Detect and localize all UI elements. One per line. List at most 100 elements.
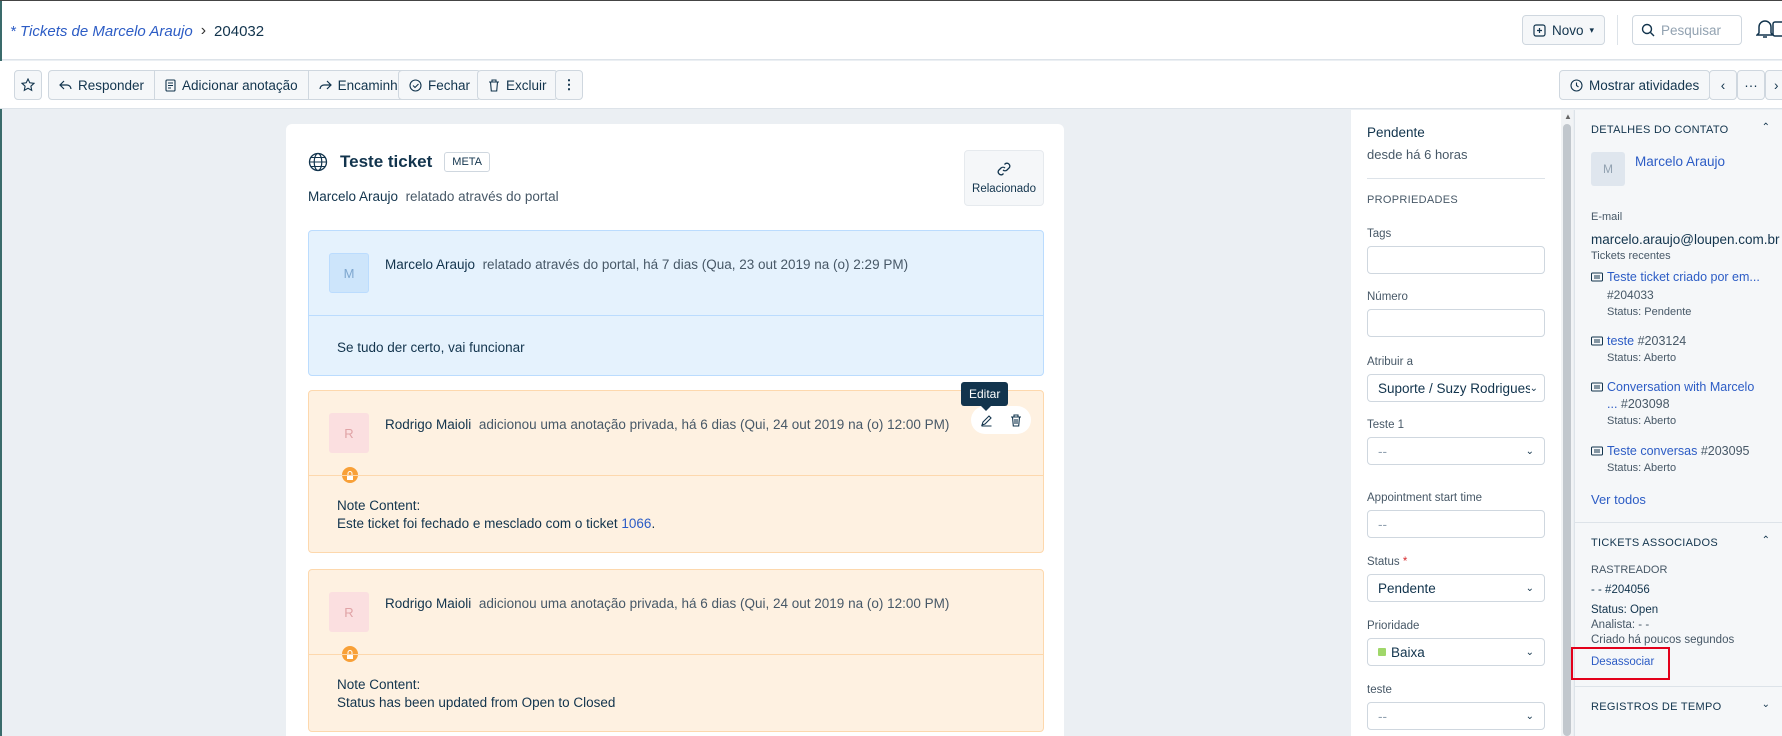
history-icon xyxy=(1570,78,1583,92)
status-title: Pendente xyxy=(1367,125,1425,140)
message-meta: Marcelo Araujo relatado através do porta… xyxy=(385,257,908,272)
associated-ticket: - - #204056 xyxy=(1591,584,1650,596)
associated-created: Criado há poucos segundos xyxy=(1591,634,1735,646)
reported-via: relatado através do portal xyxy=(405,189,559,204)
status-select[interactable]: Pendente ⌄ xyxy=(1367,574,1545,602)
merged-ticket-link[interactable]: 1066 xyxy=(621,516,651,531)
recent-ticket-item[interactable]: Teste ticket criado por em... #204033 St… xyxy=(1591,270,1781,320)
chevron-down-icon[interactable]: ⌄ xyxy=(1762,699,1770,710)
recent-ticket-status: Status: Aberto xyxy=(1607,415,1677,427)
excluir-button[interactable]: Excluir xyxy=(477,70,558,100)
atribuir-select[interactable]: Suporte / Suzy Rodrigues ⌄ xyxy=(1367,374,1545,402)
previous-ticket-button[interactable]: ‹ xyxy=(1709,70,1737,100)
numero-input[interactable] xyxy=(1367,309,1545,337)
search-input[interactable]: Pesquisar xyxy=(1632,15,1742,45)
reporter-name[interactable]: Marcelo Araujo xyxy=(308,189,398,204)
excluir-label: Excluir xyxy=(506,77,547,93)
prioridade-value: Baixa xyxy=(1391,644,1425,660)
contact-section-title[interactable]: DETALHES DO CONTATO xyxy=(1591,124,1729,136)
ticket-more-button[interactable]: ··· xyxy=(1737,70,1765,100)
recent-ticket-item[interactable]: Teste conversas #203095 Status: Aberto xyxy=(1591,444,1781,478)
note-body: Note Content: Este ticket foi fechado e … xyxy=(337,497,655,533)
ticket-icon xyxy=(1591,382,1603,392)
more-actions-button[interactable]: ⋮ xyxy=(555,70,583,100)
chevron-up-icon[interactable]: ⌃ xyxy=(1762,535,1770,546)
recent-ticket-title-row[interactable]: teste #203124 xyxy=(1607,334,1686,348)
contact-name-link[interactable]: Marcelo Araujo xyxy=(1635,154,1725,169)
contact-sidebar: DETALHES DO CONTATO ⌃ M Marcelo Araujo E… xyxy=(1574,110,1782,736)
status-label: Status * xyxy=(1367,556,1407,568)
globe-icon xyxy=(308,152,328,172)
tags-label: Tags xyxy=(1367,228,1392,240)
star-button[interactable] xyxy=(14,70,42,100)
chevron-down-icon: ⌄ xyxy=(1525,445,1534,457)
status-value: Pendente xyxy=(1378,580,1436,596)
top-bar: * Tickets de Marcelo Araujo › 204032 Nov… xyxy=(0,0,1782,736)
note-line: Este ticket foi fechado e mesclado com o… xyxy=(337,515,655,533)
next-ticket-button[interactable]: › xyxy=(1765,70,1782,100)
message-author[interactable]: Rodrigo Maioli xyxy=(385,417,471,432)
ver-todos-link[interactable]: Ver todos xyxy=(1591,492,1646,507)
message-author[interactable]: Marcelo Araujo xyxy=(385,257,475,272)
horizontal-dots-icon: ··· xyxy=(1744,77,1758,93)
link-icon xyxy=(997,162,1011,176)
note-text: Este ticket foi fechado e mesclado com o… xyxy=(337,516,622,531)
teste-label: teste xyxy=(1367,684,1392,696)
recent-ticket-title[interactable]: Conversation with Marcelo xyxy=(1607,380,1754,394)
message-author[interactable]: Rodrigo Maioli xyxy=(385,596,471,611)
forward-icon xyxy=(319,80,332,90)
divider xyxy=(1367,178,1545,179)
related-button[interactable]: Relacionado xyxy=(964,150,1044,206)
mostrar-atividades-button[interactable]: Mostrar atividades xyxy=(1559,70,1711,100)
chevron-right-icon: › xyxy=(200,22,207,39)
teste1-select[interactable]: -- ⌄ xyxy=(1367,437,1545,465)
scrollbar-thumb[interactable] xyxy=(1563,124,1571,736)
novo-label: Novo xyxy=(1552,22,1584,38)
chevron-down-icon: ⌄ xyxy=(1529,382,1538,394)
properties-scrollbar[interactable]: ▲ xyxy=(1561,110,1573,736)
note-body: Note Content: Status has been updated fr… xyxy=(337,676,615,712)
tags-input[interactable] xyxy=(1367,246,1545,274)
edit-icon[interactable] xyxy=(980,414,993,427)
scroll-up-icon[interactable]: ▲ xyxy=(1564,112,1572,121)
atribuir-value: Suporte / Suzy Rodrigues xyxy=(1378,380,1530,396)
adicionar-anotacao-button[interactable]: Adicionar anotação xyxy=(155,71,309,99)
ticket-title: Teste ticket xyxy=(340,152,433,171)
chevron-down-icon: ▾ xyxy=(1589,24,1595,35)
breadcrumb-tickets-link[interactable]: * Tickets de Marcelo Araujo xyxy=(10,23,193,40)
status-since: desde há 6 horas xyxy=(1367,147,1468,162)
message-meta: Rodrigo Maioli adicionou uma anotação pr… xyxy=(385,417,949,432)
fechar-button[interactable]: Fechar xyxy=(398,70,482,100)
associated-section-title[interactable]: TICKETS ASSOCIADOS xyxy=(1591,537,1718,549)
ticket-icon xyxy=(1591,336,1603,346)
teste-select[interactable]: -- ⌄ xyxy=(1367,702,1545,730)
note-line: Note Content: xyxy=(337,677,421,692)
ticket-conversation: Teste ticket META Marcelo Araujo relatad… xyxy=(286,124,1064,736)
message-info: relatado através do portal, há 7 dias (Q… xyxy=(482,257,909,272)
chevron-right-icon: › xyxy=(1774,77,1779,93)
associated-type: RASTREADOR xyxy=(1591,564,1668,576)
recent-ticket-item[interactable]: teste #203124 Status: Aberto xyxy=(1591,334,1781,368)
email-label: E-mail xyxy=(1591,211,1623,223)
ticket-toolbar: Responder Adicionar anotação Encaminhar … xyxy=(0,61,1782,109)
related-label: Relacionado xyxy=(972,183,1036,195)
apps-icon[interactable] xyxy=(1772,19,1782,42)
recent-ticket-item[interactable]: Conversation with Marcelo ... #203098 St… xyxy=(1591,380,1781,430)
novo-button[interactable]: Novo ▾ xyxy=(1522,15,1606,45)
recent-ticket-title-row[interactable]: Teste conversas #203095 xyxy=(1607,444,1749,458)
properties-panel: Pendente desde há 6 horas PROPRIEDADES T… xyxy=(1351,110,1561,736)
recent-ticket-title[interactable]: Teste ticket criado por em... xyxy=(1607,270,1760,284)
search-placeholder: Pesquisar xyxy=(1661,22,1722,38)
recent-ticket-number: #203095 xyxy=(1700,444,1750,458)
time-logs-section-title[interactable]: REGISTROS DE TEMPO xyxy=(1591,701,1722,713)
appointment-input[interactable]: -- xyxy=(1367,510,1545,538)
note-line: Status has been updated from Open to Clo… xyxy=(337,695,616,710)
responder-button[interactable]: Responder xyxy=(49,71,156,99)
adicionar-anotacao-label: Adicionar anotação xyxy=(182,77,298,93)
recent-ticket-title-row[interactable]: ... #203098 xyxy=(1607,397,1670,411)
chevron-up-icon[interactable]: ⌃ xyxy=(1762,122,1770,133)
teste1-label: Teste 1 xyxy=(1367,419,1405,431)
note-suffix: . xyxy=(651,516,656,531)
trash-icon[interactable] xyxy=(1010,413,1022,427)
prioridade-select[interactable]: Baixa ⌄ xyxy=(1367,638,1545,666)
